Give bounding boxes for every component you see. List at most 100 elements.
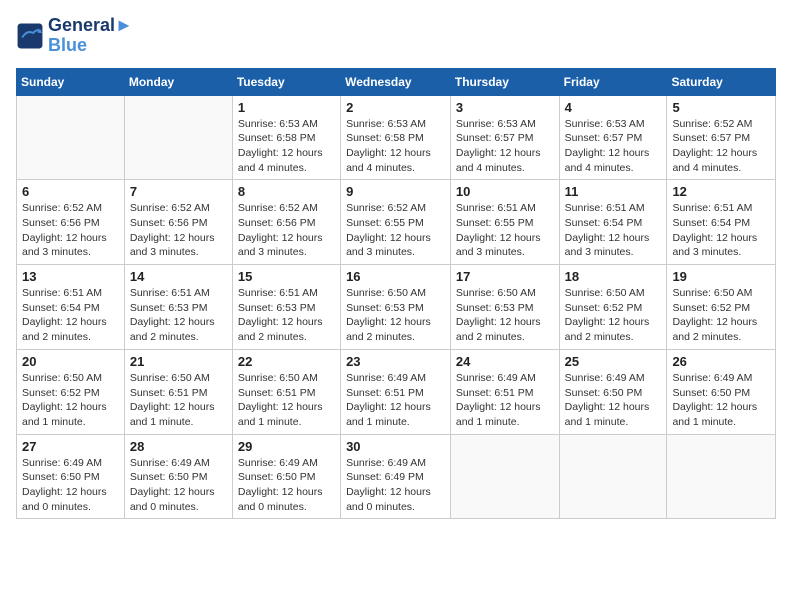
day-number: 18 — [565, 269, 662, 284]
day-info: Sunrise: 6:50 AM Sunset: 6:52 PM Dayligh… — [565, 286, 662, 345]
calendar-cell: 18 Sunrise: 6:50 AM Sunset: 6:52 PM Dayli… — [559, 265, 667, 350]
calendar-cell: 29 Sunrise: 6:49 AM Sunset: 6:50 PM Dayli… — [232, 434, 340, 519]
day-info: Sunrise: 6:49 AM Sunset: 6:50 PM Dayligh… — [672, 371, 770, 430]
day-info: Sunrise: 6:51 AM Sunset: 6:53 PM Dayligh… — [130, 286, 227, 345]
day-info: Sunrise: 6:49 AM Sunset: 6:50 PM Dayligh… — [22, 456, 119, 515]
weekday-header: Saturday — [667, 68, 776, 95]
day-info: Sunrise: 6:53 AM Sunset: 6:58 PM Dayligh… — [238, 117, 335, 176]
day-number: 23 — [346, 354, 445, 369]
day-info: Sunrise: 6:49 AM Sunset: 6:50 PM Dayligh… — [565, 371, 662, 430]
calendar-cell — [17, 95, 125, 180]
calendar-week-row: 6 Sunrise: 6:52 AM Sunset: 6:56 PM Daylig… — [17, 180, 776, 265]
weekday-header: Friday — [559, 68, 667, 95]
calendar-cell: 8 Sunrise: 6:52 AM Sunset: 6:56 PM Daylig… — [232, 180, 340, 265]
calendar-cell: 1 Sunrise: 6:53 AM Sunset: 6:58 PM Daylig… — [232, 95, 340, 180]
day-number: 26 — [672, 354, 770, 369]
weekday-header: Thursday — [450, 68, 559, 95]
calendar-cell: 24 Sunrise: 6:49 AM Sunset: 6:51 PM Dayli… — [450, 349, 559, 434]
calendar-cell: 28Sunrise: 6:49 AM Sunset: 6:50 PM Dayli… — [124, 434, 232, 519]
weekday-header-row: SundayMondayTuesdayWednesdayThursdayFrid… — [17, 68, 776, 95]
day-info: Sunrise: 6:53 AM Sunset: 6:57 PM Dayligh… — [565, 117, 662, 176]
day-info: Sunrise: 6:49 AM Sunset: 6:50 PM Dayligh… — [238, 456, 335, 515]
day-number: 21 — [130, 354, 227, 369]
day-info: Sunrise: 6:51 AM Sunset: 6:54 PM Dayligh… — [22, 286, 119, 345]
calendar-cell: 9 Sunrise: 6:52 AM Sunset: 6:55 PM Daylig… — [341, 180, 451, 265]
calendar-cell: 23Sunrise: 6:49 AM Sunset: 6:51 PM Dayli… — [341, 349, 451, 434]
logo-icon — [16, 22, 44, 50]
calendar-table: SundayMondayTuesdayWednesdayThursdayFrid… — [16, 68, 776, 520]
day-info: Sunrise: 6:52 AM Sunset: 6:56 PM Dayligh… — [22, 201, 119, 260]
day-info: Sunrise: 6:53 AM Sunset: 6:58 PM Dayligh… — [346, 117, 445, 176]
day-number: 7 — [130, 184, 227, 199]
calendar-cell: 17 Sunrise: 6:50 AM Sunset: 6:53 PM Dayli… — [450, 265, 559, 350]
day-info: Sunrise: 6:52 AM Sunset: 6:56 PM Dayligh… — [238, 201, 335, 260]
day-info: Sunrise: 6:49 AM Sunset: 6:49 PM Dayligh… — [346, 456, 445, 515]
day-info: Sunrise: 6:53 AM Sunset: 6:57 PM Dayligh… — [456, 117, 554, 176]
day-number: 8 — [238, 184, 335, 199]
day-number: 15 — [238, 269, 335, 284]
calendar-cell: 20 Sunrise: 6:50 AM Sunset: 6:52 PM Dayli… — [17, 349, 125, 434]
day-info: Sunrise: 6:51 AM Sunset: 6:54 PM Dayligh… — [672, 201, 770, 260]
day-info: Sunrise: 6:52 AM Sunset: 6:55 PM Dayligh… — [346, 201, 445, 260]
day-number: 20 — [22, 354, 119, 369]
calendar-cell — [124, 95, 232, 180]
calendar-cell: 21Sunrise: 6:50 AM Sunset: 6:51 PM Dayli… — [124, 349, 232, 434]
day-info: Sunrise: 6:50 AM Sunset: 6:53 PM Dayligh… — [346, 286, 445, 345]
calendar-week-row: 27 Sunrise: 6:49 AM Sunset: 6:50 PM Dayli… — [17, 434, 776, 519]
logo: General►Blue — [16, 16, 133, 56]
day-info: Sunrise: 6:52 AM Sunset: 6:56 PM Dayligh… — [130, 201, 227, 260]
calendar-cell: 2 Sunrise: 6:53 AM Sunset: 6:58 PM Daylig… — [341, 95, 451, 180]
calendar-cell: 15Sunrise: 6:51 AM Sunset: 6:53 PM Dayli… — [232, 265, 340, 350]
day-number: 5 — [672, 100, 770, 115]
calendar-cell — [450, 434, 559, 519]
calendar-cell: 11Sunrise: 6:51 AM Sunset: 6:54 PM Dayli… — [559, 180, 667, 265]
calendar-cell: 16 Sunrise: 6:50 AM Sunset: 6:53 PM Dayli… — [341, 265, 451, 350]
calendar-cell: 26 Sunrise: 6:49 AM Sunset: 6:50 PM Dayli… — [667, 349, 776, 434]
logo-text: General►Blue — [48, 16, 133, 56]
calendar-cell — [667, 434, 776, 519]
calendar-cell: 13 Sunrise: 6:51 AM Sunset: 6:54 PM Dayli… — [17, 265, 125, 350]
weekday-header: Monday — [124, 68, 232, 95]
day-info: Sunrise: 6:52 AM Sunset: 6:57 PM Dayligh… — [672, 117, 770, 176]
calendar-cell: 27 Sunrise: 6:49 AM Sunset: 6:50 PM Dayli… — [17, 434, 125, 519]
day-number: 2 — [346, 100, 445, 115]
calendar-cell: 10 Sunrise: 6:51 AM Sunset: 6:55 PM Dayli… — [450, 180, 559, 265]
calendar-cell: 22 Sunrise: 6:50 AM Sunset: 6:51 PM Dayli… — [232, 349, 340, 434]
calendar-cell: 30Sunrise: 6:49 AM Sunset: 6:49 PM Dayli… — [341, 434, 451, 519]
day-number: 24 — [456, 354, 554, 369]
calendar-week-row: 1 Sunrise: 6:53 AM Sunset: 6:58 PM Daylig… — [17, 95, 776, 180]
weekday-header: Sunday — [17, 68, 125, 95]
day-number: 6 — [22, 184, 119, 199]
calendar-cell: 5 Sunrise: 6:52 AM Sunset: 6:57 PM Daylig… — [667, 95, 776, 180]
day-number: 29 — [238, 439, 335, 454]
day-info: Sunrise: 6:49 AM Sunset: 6:51 PM Dayligh… — [456, 371, 554, 430]
day-number: 11 — [565, 184, 662, 199]
day-info: Sunrise: 6:50 AM Sunset: 6:52 PM Dayligh… — [672, 286, 770, 345]
day-number: 10 — [456, 184, 554, 199]
calendar-cell: 7 Sunrise: 6:52 AM Sunset: 6:56 PM Daylig… — [124, 180, 232, 265]
day-number: 27 — [22, 439, 119, 454]
day-info: Sunrise: 6:50 AM Sunset: 6:53 PM Dayligh… — [456, 286, 554, 345]
day-info: Sunrise: 6:50 AM Sunset: 6:51 PM Dayligh… — [238, 371, 335, 430]
calendar-cell: 19 Sunrise: 6:50 AM Sunset: 6:52 PM Dayli… — [667, 265, 776, 350]
day-number: 1 — [238, 100, 335, 115]
day-info: Sunrise: 6:50 AM Sunset: 6:52 PM Dayligh… — [22, 371, 119, 430]
day-number: 3 — [456, 100, 554, 115]
day-number: 19 — [672, 269, 770, 284]
page-header: General►Blue — [16, 16, 776, 56]
calendar-cell: 12 Sunrise: 6:51 AM Sunset: 6:54 PM Dayli… — [667, 180, 776, 265]
calendar-cell: 4Sunrise: 6:53 AM Sunset: 6:57 PM Daylig… — [559, 95, 667, 180]
day-number: 9 — [346, 184, 445, 199]
day-info: Sunrise: 6:49 AM Sunset: 6:50 PM Dayligh… — [130, 456, 227, 515]
day-number: 22 — [238, 354, 335, 369]
day-number: 12 — [672, 184, 770, 199]
day-number: 16 — [346, 269, 445, 284]
day-number: 25 — [565, 354, 662, 369]
day-info: Sunrise: 6:51 AM Sunset: 6:55 PM Dayligh… — [456, 201, 554, 260]
calendar-week-row: 20 Sunrise: 6:50 AM Sunset: 6:52 PM Dayli… — [17, 349, 776, 434]
day-number: 17 — [456, 269, 554, 284]
calendar-cell: 6 Sunrise: 6:52 AM Sunset: 6:56 PM Daylig… — [17, 180, 125, 265]
day-number: 13 — [22, 269, 119, 284]
calendar-week-row: 13 Sunrise: 6:51 AM Sunset: 6:54 PM Dayli… — [17, 265, 776, 350]
calendar-cell: 3 Sunrise: 6:53 AM Sunset: 6:57 PM Daylig… — [450, 95, 559, 180]
